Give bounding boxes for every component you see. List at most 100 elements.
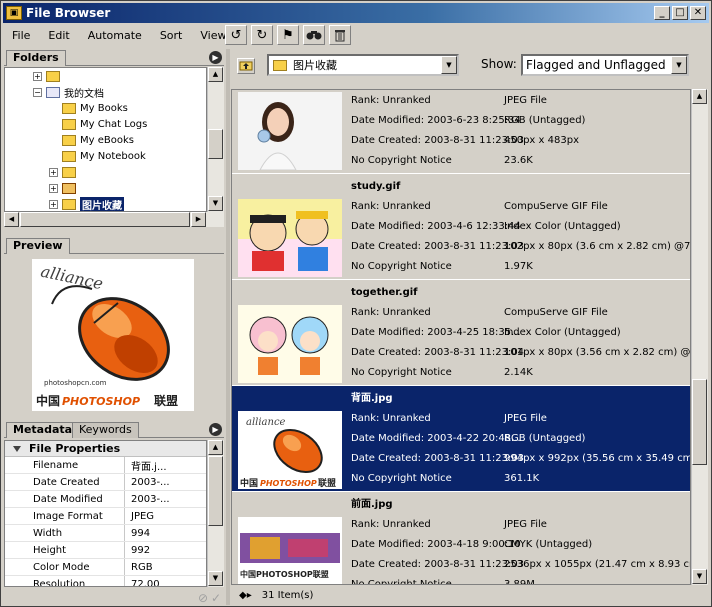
metadata-value: 72.00 (131, 578, 160, 587)
folder-tree-item[interactable]: + (5, 164, 206, 180)
folder-tree-item[interactable]: My eBooks (5, 132, 206, 148)
folder-tree-item[interactable]: + (5, 68, 206, 84)
file-thumbnail[interactable] (238, 92, 342, 170)
maximize-button[interactable]: □ (672, 6, 688, 20)
tab-metadata[interactable]: Metadata (6, 422, 80, 438)
file-format: JPEG File (504, 95, 547, 106)
preview-image: alliance photoshopcn.com 中国 PHOTOSHOP 联盟 (32, 259, 194, 411)
checkmark-icon[interactable]: ✓ (211, 591, 221, 605)
list-scroll-thumb[interactable] (692, 379, 707, 465)
show-dropdown-arrow-icon[interactable]: ▼ (671, 56, 687, 74)
shared-folder-icon (62, 182, 76, 194)
metadata-key: Height (5, 542, 125, 558)
folder-tree-item[interactable]: − 我的文档 (5, 84, 206, 100)
rotate-ccw-button[interactable]: ↺ (225, 25, 247, 45)
folder-up-button[interactable] (237, 58, 255, 74)
file-name: 背面.jpg (351, 393, 393, 404)
folder-tree-item[interactable]: My Chat Logs (5, 116, 206, 132)
file-thumbnail[interactable] (238, 199, 342, 277)
folder-tree-item[interactable]: + 图片收藏 (5, 196, 206, 211)
metadata-row: Height 992 (5, 542, 206, 559)
list-scroll-down-icon[interactable]: ▼ (692, 569, 707, 584)
expand-icon[interactable]: + (49, 199, 58, 209)
file-mode: Index Color (Untagged) (504, 327, 621, 338)
list-scroll-up-icon[interactable]: ▲ (692, 89, 707, 104)
title-bar[interactable]: ▣ File Browser _ □ ✕ (3, 3, 709, 23)
folder-tree-item[interactable]: + (5, 180, 206, 196)
preview-brand-en: PHOTOSHOP (62, 395, 140, 408)
file-dims: 2536px x 1055px (21.47 cm x 8.93 cm) @72… (504, 559, 690, 570)
file-created: Date Created: 2003-8-31 11:23:03 (351, 559, 525, 570)
flag-button[interactable]: ⚑ (277, 25, 299, 45)
meta-scroll-down-icon[interactable]: ▼ (208, 571, 223, 586)
folder-icon (46, 70, 60, 82)
search-button[interactable] (303, 25, 325, 45)
metadata-scrollbar[interactable]: ▲ ▼ (207, 440, 224, 587)
meta-scroll-up-icon[interactable]: ▲ (208, 440, 223, 455)
show-label: Show: (481, 57, 517, 71)
preview-site: photoshopcn.com (44, 379, 107, 387)
file-dims: 994px x 992px (35.56 cm x 35.49 cm) @72p… (504, 453, 690, 464)
expand-icon[interactable]: + (33, 71, 42, 81)
folder-tree-scrollbar[interactable]: ▲ ▼ (207, 67, 224, 212)
left-panels: Folders ▶ + − 我的文档 My Books My Chat Logs My e… (4, 49, 224, 605)
rotate-cw-button[interactable]: ↻ (251, 25, 273, 45)
file-rank: Rank: Unranked (351, 413, 431, 424)
folders-panel: Folders ▶ + − 我的文档 My Books My Chat Logs My e… (4, 49, 224, 229)
folder-tree-item[interactable]: My Books (5, 100, 206, 116)
scroll-thumb[interactable] (208, 129, 223, 159)
meta-scroll-thumb[interactable] (208, 456, 223, 526)
delete-button[interactable] (329, 25, 351, 45)
tab-preview[interactable]: Preview (6, 238, 70, 254)
menu-file[interactable]: File (3, 29, 39, 42)
file-list-scrollbar[interactable]: ▲ ▼ (691, 89, 708, 585)
path-dropdown-arrow-icon[interactable]: ▼ (441, 56, 457, 74)
metadata-row: Date Modified 2003-... (5, 491, 206, 508)
scroll-left-icon[interactable]: ◀ (4, 212, 19, 227)
file-thumbnail[interactable]: 中国PHOTOSHOP联盟 (238, 517, 342, 584)
file-properties-header[interactable]: File Properties (5, 441, 206, 457)
folder-tree-item[interactable]: My Notebook (5, 148, 206, 164)
close-button[interactable]: ✕ (690, 6, 706, 20)
scroll-up-icon[interactable]: ▲ (208, 67, 223, 82)
scroll-down-icon[interactable]: ▼ (208, 196, 223, 211)
menu-automate[interactable]: Automate (79, 29, 151, 42)
toggle-panes-icon[interactable]: ◆▸ (239, 590, 252, 601)
metadata-value: JPEG (131, 510, 155, 522)
expand-icon[interactable]: + (49, 183, 58, 193)
hscroll-thumb[interactable] (20, 212, 190, 227)
file-created: Date Created: 2003-8-31 11:23:04 (351, 347, 525, 358)
metadata-menu-icon[interactable]: ▶ (209, 423, 222, 436)
path-value: 图片收藏 (293, 59, 337, 72)
show-filter-dropdown[interactable]: Flagged and Unflagged ▼ (521, 54, 689, 76)
minimize-button[interactable]: _ (654, 6, 670, 20)
menu-sort[interactable]: Sort (151, 29, 192, 42)
panel-divider[interactable] (226, 49, 230, 605)
tab-folders[interactable]: Folders (6, 50, 66, 66)
collapse-icon[interactable]: − (33, 87, 42, 97)
section-title: File Properties (29, 442, 121, 455)
collapse-triangle-icon[interactable] (13, 445, 21, 452)
file-thumbnail[interactable]: alliance 中国 PHOTOSHOP 联盟 (238, 411, 342, 489)
metadata-key: Image Format (5, 508, 125, 524)
item-count: 31 Item(s) (261, 590, 314, 601)
file-thumbnail[interactable] (238, 305, 342, 383)
file-list-item[interactable]: study.gif Rank: Unranked CompuServe GIF Fi… (232, 174, 690, 280)
no-entry-icon[interactable]: ⊘ (198, 591, 208, 605)
svg-text:alliance: alliance (246, 417, 286, 428)
file-created: Date Created: 2003-8-31 11:23:03 (351, 135, 525, 146)
file-rank: Rank: Unranked (351, 307, 431, 318)
expand-icon[interactable]: + (49, 167, 58, 177)
folder-tree-hscrollbar[interactable]: ◀ ▶ (4, 212, 224, 227)
file-modified: Date Modified: 2003-6-23 8:25:34 (351, 115, 521, 126)
tab-keywords[interactable]: Keywords (72, 422, 139, 438)
menu-edit[interactable]: Edit (39, 29, 78, 42)
file-list-item[interactable]: together.gif Rank: Unranked CompuServe GIF… (232, 280, 690, 386)
svg-text:PHOTOSHOP: PHOTOSHOP (260, 479, 317, 488)
file-list-item[interactable]: alliance 中国 PHOTOSHOP 联盟 背面.jpg Rank: Unranke… (232, 386, 690, 492)
file-list-item[interactable]: 中国PHOTOSHOP联盟 前面.jpg Rank: Unranked JPEG Fi… (232, 492, 690, 584)
path-dropdown[interactable]: 图片收藏 ▼ (267, 54, 459, 76)
file-list-item[interactable]: Rank: Unranked JPEG File Date Modified: 20… (232, 90, 690, 174)
panel-menu-icon[interactable]: ▶ (209, 51, 222, 64)
scroll-right-icon[interactable]: ▶ (191, 212, 206, 227)
